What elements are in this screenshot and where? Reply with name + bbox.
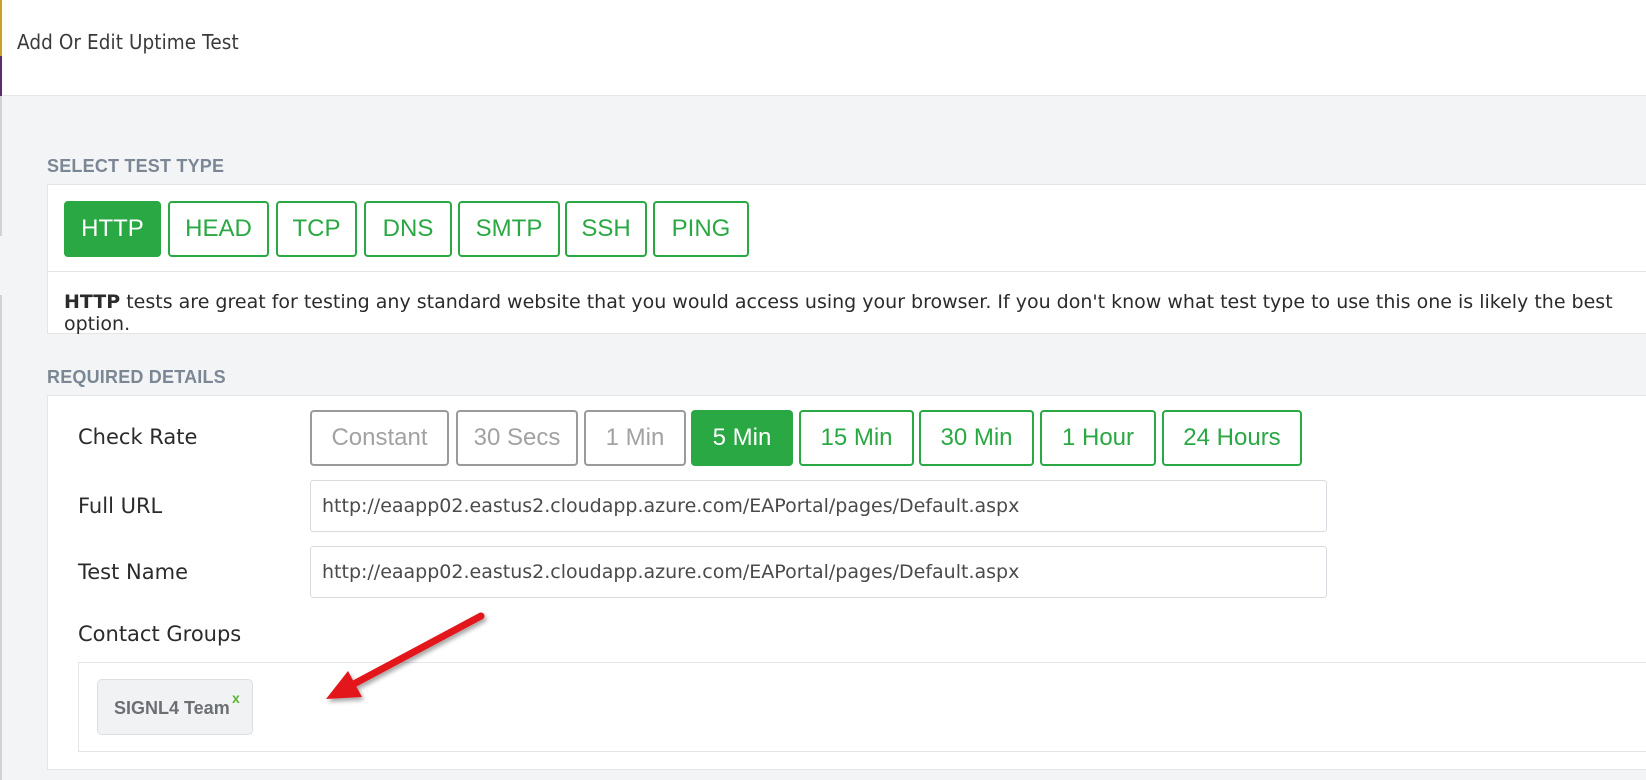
check-rate-1-min-button[interactable]: 1 Min [584,410,686,466]
select-test-type-heading: SELECT TEST TYPE [47,156,225,176]
contact-groups-label: Contact Groups [78,622,242,646]
page-title: Add Or Edit Uptime Test [17,30,239,54]
test-type-description: HTTP tests are great for testing any sta… [48,271,1646,335]
test-type-head-button[interactable]: HEAD [168,201,269,257]
check-rate-30-min-button[interactable]: 30 Min [919,410,1034,466]
test-type-panel: HTTP HEAD TCP DNS SMTP SSH PING HTTP tes… [47,184,1646,335]
test-name-label: Test Name [78,560,188,584]
check-rate-constant-button[interactable]: Constant [310,410,449,466]
contact-group-tag-label: SIGNL4 Team [114,698,230,718]
test-type-dns-button[interactable]: DNS [364,201,452,257]
description-type: HTTP [64,291,121,313]
test-type-smtp-button[interactable]: SMTP [458,201,560,257]
test-name-input[interactable]: http://eaapp02.eastus2.cloudapp.azure.co… [310,546,1327,598]
header-accent [0,0,2,56]
contact-group-tag: SIGNL4 Team x [97,679,253,735]
test-type-http-button[interactable]: HTTP [64,201,161,257]
remove-tag-icon[interactable]: x [232,690,240,706]
contact-groups-field[interactable]: SIGNL4 Team x [78,662,1646,752]
page: Add Or Edit Uptime Test SELECT TEST TYPE… [0,0,1646,780]
description-text: tests are great for testing any standard… [64,291,1613,335]
left-edge-lower [0,295,2,780]
full-url-label: Full URL [78,494,163,518]
check-rate-5-min-button[interactable]: 5 Min [691,410,793,466]
left-edge [0,96,2,236]
check-rate-label: Check Rate [78,425,198,449]
test-type-ssh-button[interactable]: SSH [565,201,647,257]
required-details-heading: REQUIRED DETAILS [47,367,226,387]
required-details-panel: Check Rate Constant 30 Secs 1 Min 5 Min … [47,395,1646,770]
test-type-tcp-button[interactable]: TCP [276,201,357,257]
check-rate-15-min-button[interactable]: 15 Min [799,410,914,466]
check-rate-30-secs-button[interactable]: 30 Secs [456,410,578,466]
test-type-ping-button[interactable]: PING [653,201,749,257]
check-rate-24-hours-button[interactable]: 24 Hours [1162,410,1302,466]
check-rate-1-hour-button[interactable]: 1 Hour [1040,410,1156,466]
full-url-input[interactable]: http://eaapp02.eastus2.cloudapp.azure.co… [310,480,1327,532]
page-header: Add Or Edit Uptime Test [0,0,1646,112]
